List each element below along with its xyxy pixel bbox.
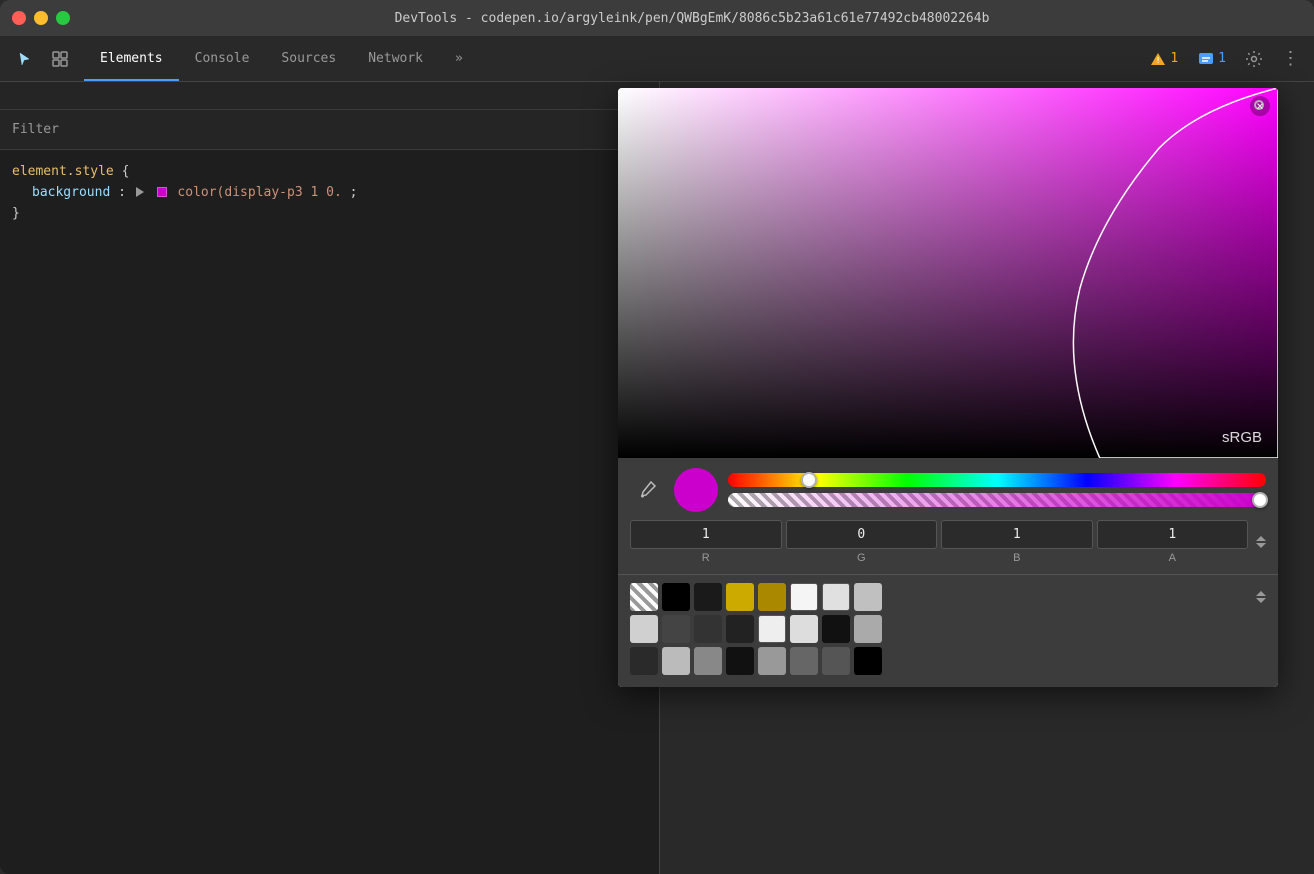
swatches-row-1 (630, 583, 1266, 611)
css-property: background (32, 185, 110, 200)
breadcrumb-bar (0, 82, 659, 110)
filter-label: Filter (12, 122, 59, 137)
swatch-gray4[interactable] (662, 647, 690, 675)
swatch-silver[interactable] (854, 583, 882, 611)
swatch-near-black[interactable] (822, 615, 850, 643)
swatch-black[interactable] (662, 583, 690, 611)
g-input[interactable] (786, 520, 938, 549)
fullscreen-traffic-light[interactable] (56, 11, 70, 25)
color-spectrum[interactable]: sRGB (618, 88, 1278, 458)
r-label: R (702, 552, 710, 564)
swatch-black2[interactable] (854, 647, 882, 675)
channel-spinner[interactable] (1256, 536, 1266, 548)
swatch-dark3[interactable] (630, 647, 658, 675)
tab-network[interactable]: Network (352, 36, 439, 81)
g-input-group: G (786, 520, 938, 564)
traffic-lights (12, 11, 70, 25)
swatch-gold1[interactable] (726, 583, 754, 611)
b-input[interactable] (941, 520, 1093, 549)
sliders-container (728, 473, 1266, 507)
swatch-light1[interactable] (790, 583, 818, 611)
left-panel: Filter element.style { background : colo… (0, 82, 660, 874)
swatch-dark4[interactable] (726, 647, 754, 675)
filter-bar: Filter (0, 110, 659, 150)
rgba-inputs: R G B A (630, 520, 1266, 564)
swatches-spinner-down-icon (1256, 598, 1266, 603)
swatch-gray6[interactable] (758, 647, 786, 675)
window-title: DevTools - codepen.io/argyleink/pen/QWBg… (82, 11, 1302, 26)
color-picker-popup: sRGB × (618, 88, 1278, 687)
alpha-slider[interactable] (728, 493, 1266, 507)
a-label: A (1169, 552, 1176, 564)
swatch-gray3[interactable] (694, 615, 722, 643)
color-picker-controls: R G B A (618, 458, 1278, 574)
swatches-section (618, 574, 1278, 687)
close-traffic-light[interactable] (12, 11, 26, 25)
code-line-2: background : color(display-p3 1 0. ; (12, 183, 647, 204)
more-options-icon[interactable]: ⋮ (1274, 43, 1306, 75)
expand-value-button[interactable] (136, 187, 144, 197)
tabs-bar: Elements Console Sources Network » ! 1 (0, 36, 1314, 82)
swatches-row-2 (630, 615, 1266, 643)
title-bar: DevTools - codepen.io/argyleink/pen/QWBg… (0, 0, 1314, 36)
warning-badge-button[interactable]: ! 1 (1142, 47, 1186, 71)
swatch-transparent[interactable] (630, 583, 658, 611)
settings-icon[interactable] (1238, 43, 1270, 75)
cursor-icon[interactable] (8, 43, 40, 75)
swatch-gray5[interactable] (694, 647, 722, 675)
css-selector: element.style (12, 164, 114, 179)
swatch-gray2[interactable] (662, 615, 690, 643)
tab-sources[interactable]: Sources (265, 36, 352, 81)
swatch-gray1[interactable] (630, 615, 658, 643)
tab-more[interactable]: » (439, 36, 479, 81)
swatch-dark1[interactable] (694, 583, 722, 611)
code-line-3: } (12, 204, 647, 225)
tabs-right: ! 1 1 ⋮ (1134, 36, 1314, 81)
code-area: element.style { background : color(displ… (0, 150, 659, 874)
srgb-label: sRGB (1222, 429, 1262, 446)
color-picker-row1 (630, 468, 1266, 512)
tab-elements[interactable]: Elements (84, 36, 179, 81)
tab-console[interactable]: Console (179, 36, 266, 81)
swatch-near-white1[interactable] (758, 615, 786, 643)
css-value: color(display-p3 1 0. (177, 185, 341, 200)
code-line-1: element.style { (12, 162, 647, 183)
r-input-group: R (630, 520, 782, 564)
b-label: B (1013, 552, 1020, 564)
swatch-near-white2[interactable] (790, 615, 818, 643)
swatches-spinner[interactable] (1256, 591, 1266, 603)
swatch-dark2[interactable] (726, 615, 754, 643)
current-color-circle (674, 468, 718, 512)
g-label: G (857, 552, 866, 564)
r-input[interactable] (630, 520, 782, 549)
spinner-down-icon (1256, 543, 1266, 548)
hue-slider-thumb (801, 472, 817, 488)
swatches-spinner-up-icon (1256, 591, 1266, 596)
a-input-group: A (1097, 520, 1249, 564)
swatch-gray8[interactable] (822, 647, 850, 675)
swatch-light2[interactable] (822, 583, 850, 611)
close-popup-button[interactable]: × (1250, 96, 1270, 116)
eyedropper-button[interactable] (630, 473, 664, 507)
swatch-mid-gray[interactable] (854, 615, 882, 643)
swatch-gold2[interactable] (758, 583, 786, 611)
inspect-icon[interactable] (44, 43, 76, 75)
color-swatch-inline[interactable] (157, 187, 167, 197)
swatches-row-3 (630, 647, 1266, 675)
info-badge-button[interactable]: 1 (1190, 47, 1234, 71)
hue-slider[interactable] (728, 473, 1266, 487)
minimize-traffic-light[interactable] (34, 11, 48, 25)
swatch-gray7[interactable] (790, 647, 818, 675)
b-input-group: B (941, 520, 1093, 564)
a-input[interactable] (1097, 520, 1249, 549)
spinner-up-icon (1256, 536, 1266, 541)
svg-text:!: ! (1156, 56, 1161, 65)
alpha-slider-thumb (1252, 492, 1268, 508)
tab-icons (0, 36, 84, 81)
